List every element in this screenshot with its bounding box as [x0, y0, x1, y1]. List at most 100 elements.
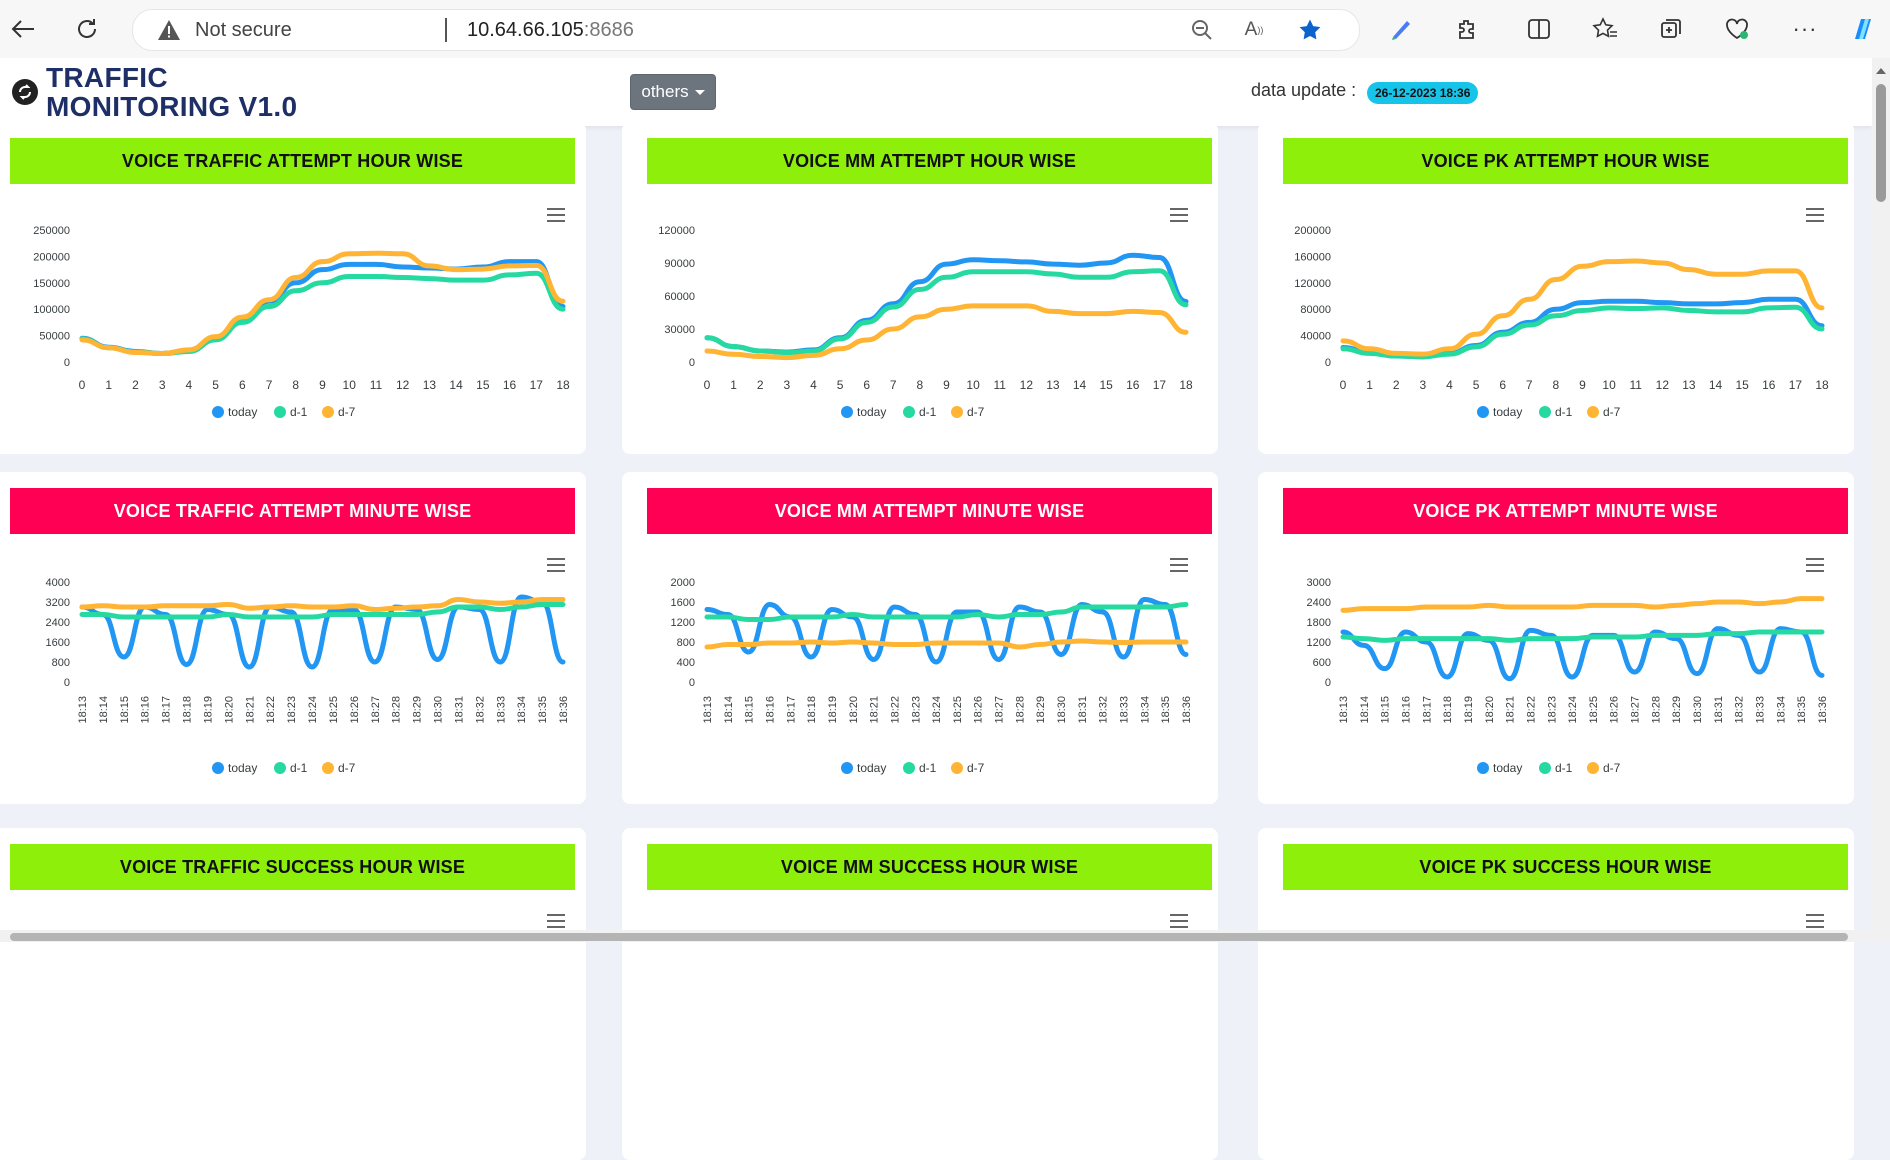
chart-card-voice-pk-attempt-minute-wise: VOICE PK ATTEMPT MINUTE WISE 0 600 1200 1800… — [1258, 472, 1854, 804]
chart-menu-icon[interactable] — [1170, 914, 1188, 928]
x-tick-label: 13 — [423, 378, 437, 392]
x-tick-label: 18:29 — [1035, 696, 1047, 724]
x-tick-label: 9 — [1579, 378, 1586, 392]
chart-menu-icon[interactable] — [1806, 914, 1824, 928]
collections-icon[interactable] — [1654, 14, 1688, 44]
x-tick-label: 5 — [1473, 378, 1480, 392]
x-tick-label: 18 — [1815, 378, 1829, 392]
legend-marker — [841, 762, 853, 774]
others-dropdown-button[interactable]: others — [630, 74, 716, 110]
extensions-puzzle-icon[interactable] — [1450, 14, 1484, 44]
scroll-up-icon[interactable] — [1876, 68, 1886, 74]
x-tick-label: 3 — [1419, 378, 1426, 392]
legend-item-d-1[interactable]: d-1 — [903, 761, 937, 775]
x-tick-label: 1 — [1366, 378, 1373, 392]
legend-item-d-7[interactable]: d-7 — [1587, 761, 1621, 775]
legend-item-d-1[interactable]: d-1 — [274, 761, 308, 775]
more-options-icon[interactable]: ··· — [1788, 14, 1822, 44]
zoom-out-icon[interactable] — [1187, 16, 1217, 44]
app-title[interactable]: TRAFFIC MONITORING V1.0 — [46, 63, 346, 121]
legend-item-today[interactable]: today — [841, 761, 886, 775]
split-screen-icon[interactable] — [1522, 14, 1556, 44]
legend-label: d-7 — [1603, 405, 1621, 419]
x-tick-label: 10 — [343, 378, 357, 392]
copilot-icon[interactable] — [1846, 14, 1880, 44]
legend-item-d-7[interactable]: d-7 — [322, 405, 356, 419]
legend-label: today — [857, 405, 886, 419]
x-tick-label: 12 — [1020, 378, 1034, 392]
browser-toolbar: Not secure 10.64.66.105:8686 A)) ··· — [0, 0, 1890, 59]
x-tick-label: 18:18 — [182, 696, 194, 724]
legend-item-d-1[interactable]: d-1 — [903, 405, 937, 419]
x-tick-label: 2 — [757, 378, 764, 392]
legend-item-today[interactable]: today — [212, 405, 257, 419]
x-tick-label: 7 — [1526, 378, 1533, 392]
legend-item-today[interactable]: today — [212, 761, 257, 775]
x-tick-label: 6 — [863, 378, 870, 392]
chart-card-voice-traffic-success-hour-wise: VOICE TRAFFIC SUCCESS HOUR WISE — [0, 828, 586, 1160]
refresh-icon[interactable] — [70, 14, 104, 44]
x-tick-label: 18:20 — [223, 696, 235, 724]
address-bar[interactable]: Not secure 10.64.66.105:8686 A)) — [132, 9, 1360, 51]
x-tick-label: 0 — [704, 378, 711, 392]
series-line-d-7[interactable] — [1340, 596, 1825, 613]
read-aloud-icon[interactable]: A)) — [1239, 16, 1269, 44]
x-tick-label: 1 — [105, 378, 112, 392]
legend-item-d-7[interactable]: d-7 — [1587, 405, 1621, 419]
legend-item-d-1[interactable]: d-1 — [1539, 405, 1573, 419]
x-tick-label: 18:24 — [307, 696, 319, 724]
legend-marker — [1539, 406, 1551, 418]
x-tick-label: 18:31 — [1077, 696, 1089, 724]
legend-item-d-7[interactable]: d-7 — [951, 761, 985, 775]
x-tick-label: 18:35 — [537, 696, 549, 724]
series-line-today[interactable] — [704, 252, 1189, 355]
legend-marker — [322, 762, 334, 774]
card-title: VOICE PK SUCCESS HOUR WISE — [1283, 844, 1848, 890]
series-line-d-7[interactable] — [1340, 258, 1825, 357]
series-line-d-1[interactable] — [79, 270, 566, 357]
horizontal-scroll-thumb[interactable] — [10, 933, 1848, 941]
x-tick-label: 18:15 — [119, 696, 131, 724]
x-tick-label: 18:21 — [244, 696, 256, 724]
x-tick-label: 18:25 — [1588, 696, 1600, 724]
y-tick-label: 1200 — [671, 617, 695, 629]
x-tick-label: 18:26 — [349, 696, 361, 724]
vertical-scrollbar[interactable] — [1872, 58, 1890, 942]
logo-icon — [12, 79, 38, 105]
not-secure-label[interactable]: Not secure — [195, 19, 292, 42]
legend-item-d-7[interactable]: d-7 — [951, 405, 985, 419]
x-tick-label: 9 — [943, 378, 950, 392]
extension-pen-icon[interactable] — [1384, 14, 1418, 44]
y-tick-label: 60000 — [664, 291, 695, 303]
legend-marker — [274, 406, 286, 418]
legend-item-today[interactable]: today — [1477, 761, 1522, 775]
series-line-d-1[interactable] — [1340, 304, 1825, 360]
legend-item-today[interactable]: today — [1477, 405, 1522, 419]
x-tick-label: 18:14 — [1359, 696, 1371, 724]
favorites-icon[interactable] — [1588, 14, 1622, 44]
legend-marker — [212, 762, 224, 774]
horizontal-scrollbar[interactable] — [0, 930, 1872, 942]
x-tick-label: 18:18 — [1442, 696, 1454, 724]
x-tick-label: 1 — [730, 378, 737, 392]
favorite-star-icon[interactable] — [1295, 16, 1325, 44]
legend-marker — [841, 406, 853, 418]
back-icon[interactable] — [6, 14, 40, 44]
chart-menu-icon[interactable] — [547, 914, 565, 928]
series-line-today[interactable] — [79, 259, 566, 357]
y-tick-label: 0 — [689, 677, 695, 689]
browser-essentials-icon[interactable] — [1720, 14, 1754, 44]
legend-item-d-7[interactable]: d-7 — [322, 761, 356, 775]
x-tick-label: 18:24 — [1567, 696, 1579, 724]
x-tick-label: 13 — [1682, 378, 1696, 392]
legend-item-today[interactable]: today — [841, 405, 886, 419]
x-tick-label: 18:30 — [433, 696, 445, 724]
legend-label: d-1 — [919, 761, 937, 775]
legend-item-d-1[interactable]: d-1 — [274, 405, 308, 419]
vertical-scroll-thumb[interactable] — [1876, 84, 1886, 202]
x-tick-label: 18:27 — [370, 696, 382, 724]
legend-item-d-1[interactable]: d-1 — [1539, 761, 1573, 775]
url-text[interactable]: 10.64.66.105:8686 — [467, 19, 634, 42]
x-tick-label: 18:13 — [77, 696, 89, 724]
series-line-today[interactable] — [1340, 296, 1825, 360]
